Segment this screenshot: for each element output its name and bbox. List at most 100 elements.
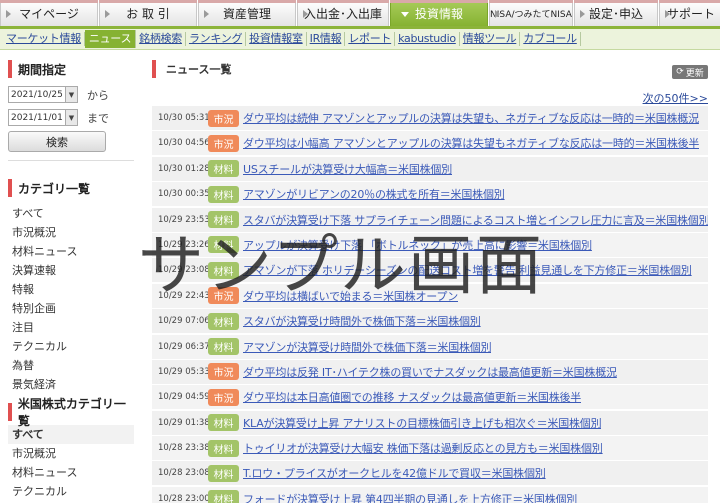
subnav-link[interactable]: 情報ツール [460,32,521,46]
nav-tab-label: サポート [666,7,715,21]
news-row: 10/30 05:31 市況 ダウ平均は続伸 アマゾンとアップルの決算は失望も、ネガ… [152,106,708,130]
triangle-right-icon [303,10,308,18]
nav-tab[interactable]: 資産管理 [198,0,296,26]
news-category-badge: 材料 [208,414,239,432]
category-item[interactable]: テクニカル [8,337,134,356]
refresh-label: 更新 [685,68,704,79]
us-category-item[interactable]: 材料ニュース [8,463,134,482]
triangle-right-icon [105,10,110,18]
from-date-value: 2021/10/25 [11,89,63,100]
news-row: 10/29 23:26 材料 アップルが決算受け下落 「ボトルネック」が売上高に影響… [152,232,708,257]
news-section-title: ニュース一覧 [152,58,712,80]
chevron-down-icon: ▼ [65,87,77,102]
to-date-select[interactable]: 2021/11/01 ▼ [8,109,78,126]
category-item[interactable]: 決算速報 [8,261,134,280]
triangle-right-icon [495,10,500,18]
nav-tab[interactable]: 投資情報 [390,0,488,26]
subnav-link[interactable]: マーケット情報 [3,32,85,46]
subnav-link[interactable]: 銘柄検索 [136,32,186,46]
subnav-link[interactable]: カブコール [520,32,581,46]
news-headline-link[interactable]: トゥイリオが決算受け大幅安 株価下落は過剰反応との見方も＝米国株個別 [243,440,603,456]
nav-tab-label: お 取 引 [126,7,170,21]
news-row: 10/28 23:00 材料 フォードが決算受け上昇 第4四半期の見通しを上方修正＝… [152,486,708,503]
category-item[interactable]: 材料ニュース [8,242,134,261]
section-marker [152,60,156,78]
news-category-badge: 材料 [208,160,239,178]
news-headline-link[interactable]: アマゾンが下落 ホリデーシーズンの配送コスト増を警告 利益見通しを下方修正＝米国… [243,262,692,278]
period-title: 期間指定 [18,62,67,77]
from-date-select[interactable]: 2021/10/25 ▼ [8,86,78,103]
news-row: 10/29 07:06 材料 スタバが決算受け時間外で株価下落＝米国株個別 [152,309,708,334]
news-headline-link[interactable]: ダウ平均は続伸 アマゾンとアップルの決算は失望も、ネガティブな反応は一時的＝米国… [243,110,699,126]
news-headline-link[interactable]: フォードが決算受け上昇 第4四半期の見通しを上方修正＝米国株個別 [243,491,577,503]
subnav-link[interactable]: 投資情報室 [246,32,307,46]
category-item[interactable]: 景気経済 [8,375,134,394]
subnav-link[interactable]: ニュース [84,30,137,48]
nav-tab[interactable]: マイページ [0,0,98,26]
category-item[interactable]: 市況概況 [8,223,134,242]
news-time: 10/28 23:38 [158,443,210,454]
news-headline-link[interactable]: スタバが決算受け下落 サプライチェーン問題によるコスト増とインフレ圧力に言及＝米… [243,212,708,228]
news-headline-link[interactable]: スタバが決算受け時間外で株価下落＝米国株個別 [243,313,481,329]
nav-tab[interactable]: 設定･申込 [574,0,658,26]
triangle-down-icon [401,12,409,17]
triangle-right-icon [665,10,670,18]
page-title: ニュース一覧 [166,63,232,76]
subnav-link[interactable]: レポート [345,32,396,46]
news-row: 10/30 04:56 市況 ダウ平均は小幅高 アマゾンとアップルの決算は失望もネガ… [152,131,708,156]
category-section-title: カテゴリ一覧 [8,177,134,199]
news-category-badge: 市況 [208,109,239,127]
global-nav: マイページ お 取 引 資産管理 入出金･入出庫 投資情報 NISA/つみたてNISA 設定… [0,0,720,29]
chevron-down-icon: ▼ [65,110,77,125]
news-time: 10/30 05:31 [158,113,210,123]
nav-tab[interactable]: お 取 引 [99,0,197,26]
news-row: 10/28 23:38 材料 トゥイリオが決算受け大幅安 株価下落は過剰反応との見方… [152,436,708,461]
next-page-link[interactable]: 次の50件>> [643,90,708,106]
news-headline-link[interactable]: アマゾンがリビアンの20％の株式を所有＝米国株個別 [243,186,505,202]
category-item[interactable]: 注目 [8,318,134,337]
nav-tab[interactable]: サポート [659,0,720,26]
subnav-link[interactable]: IR情報 [307,32,346,46]
news-headline-link[interactable]: ダウ平均は反発 IT･ハイテク株の買いでナスダックは最高値更新＝米国株概況 [243,364,617,380]
news-row: 10/28 23:08 材料 T.ロウ・プライスがオークヒルを42億ドルで買収＝米国… [152,461,708,486]
news-headline-link[interactable]: USスチールが決算受け大幅高＝米国株個別 [243,161,452,177]
nav-tab[interactable]: 入出金･入出庫 [297,0,389,26]
nav-tab[interactable]: NISA/つみたてNISA [489,0,573,26]
news-headline-link[interactable]: アマゾンが決算受け時間外で株価下落＝米国株個別 [243,339,491,355]
news-headline-link[interactable]: ダウ平均は本日高値圏での推移 ナスダックは最高値更新＝米国株後半 [243,389,581,405]
us-category-item[interactable]: 市況概況 [8,444,134,463]
subnav-link[interactable]: kabustudio [395,32,460,46]
news-category-badge: 材料 [208,490,239,503]
nav-tab-label: マイページ [19,7,79,21]
divider [8,160,134,161]
category-item[interactable]: 為替 [8,356,134,375]
nav-tab-label: 資産管理 [222,7,271,21]
section-marker [8,179,12,197]
news-main: ニュース一覧 ⟳ 更新 次の50件>> 10/30 05:31 市況 ダウ平均は続伸… [152,58,712,503]
news-headline-link[interactable]: KLAが決算受け上昇 アナリストの目標株価引き上げも相次ぐ＝米国株個別 [243,415,601,431]
category-item[interactable]: 特別企画 [8,299,134,318]
news-headline-link[interactable]: アップルが決算受け下落 「ボトルネック」が売上高に影響＝米国株個別 [243,237,592,253]
category-item[interactable]: すべて [8,204,134,223]
search-button[interactable]: 検索 [8,131,106,152]
news-category-badge: 材料 [208,464,239,482]
news-time: 10/29 04:59 [158,392,210,403]
news-headline-link[interactable]: ダウ平均は横ばいで始まる＝米国株オープン [243,288,458,304]
news-time: 10/29 07:06 [158,316,210,327]
news-time: 10/29 06:37 [158,341,210,352]
subnav-link[interactable]: ランキング [186,32,247,46]
nav-tab-label: 設定･申込 [588,7,643,21]
news-headline-link[interactable]: T.ロウ・プライスがオークヒルを42億ドルで買収＝米国株個別 [243,465,546,481]
refresh-button[interactable]: ⟳ 更新 [672,65,708,79]
news-time: 10/29 23:53 [158,214,210,225]
us-category-item[interactable]: テクニカル [8,482,134,501]
category-item[interactable]: 特報 [8,280,134,299]
us-category-list: すべて 市況概況 材料ニュース テクニカル [8,425,134,501]
news-headline-link[interactable]: ダウ平均は小幅高 アマゾンとアップルの決算は失望もネガティブな反応は一時的＝米国… [243,135,699,151]
news-time: 10/29 01:38 [158,417,210,428]
news-time: 10/30 04:56 [158,138,210,149]
news-category-badge: 材料 [208,211,239,229]
news-category-badge: 材料 [208,236,239,254]
news-time: 10/30 00:35 [158,189,210,200]
news-category-badge: 材料 [208,261,239,279]
